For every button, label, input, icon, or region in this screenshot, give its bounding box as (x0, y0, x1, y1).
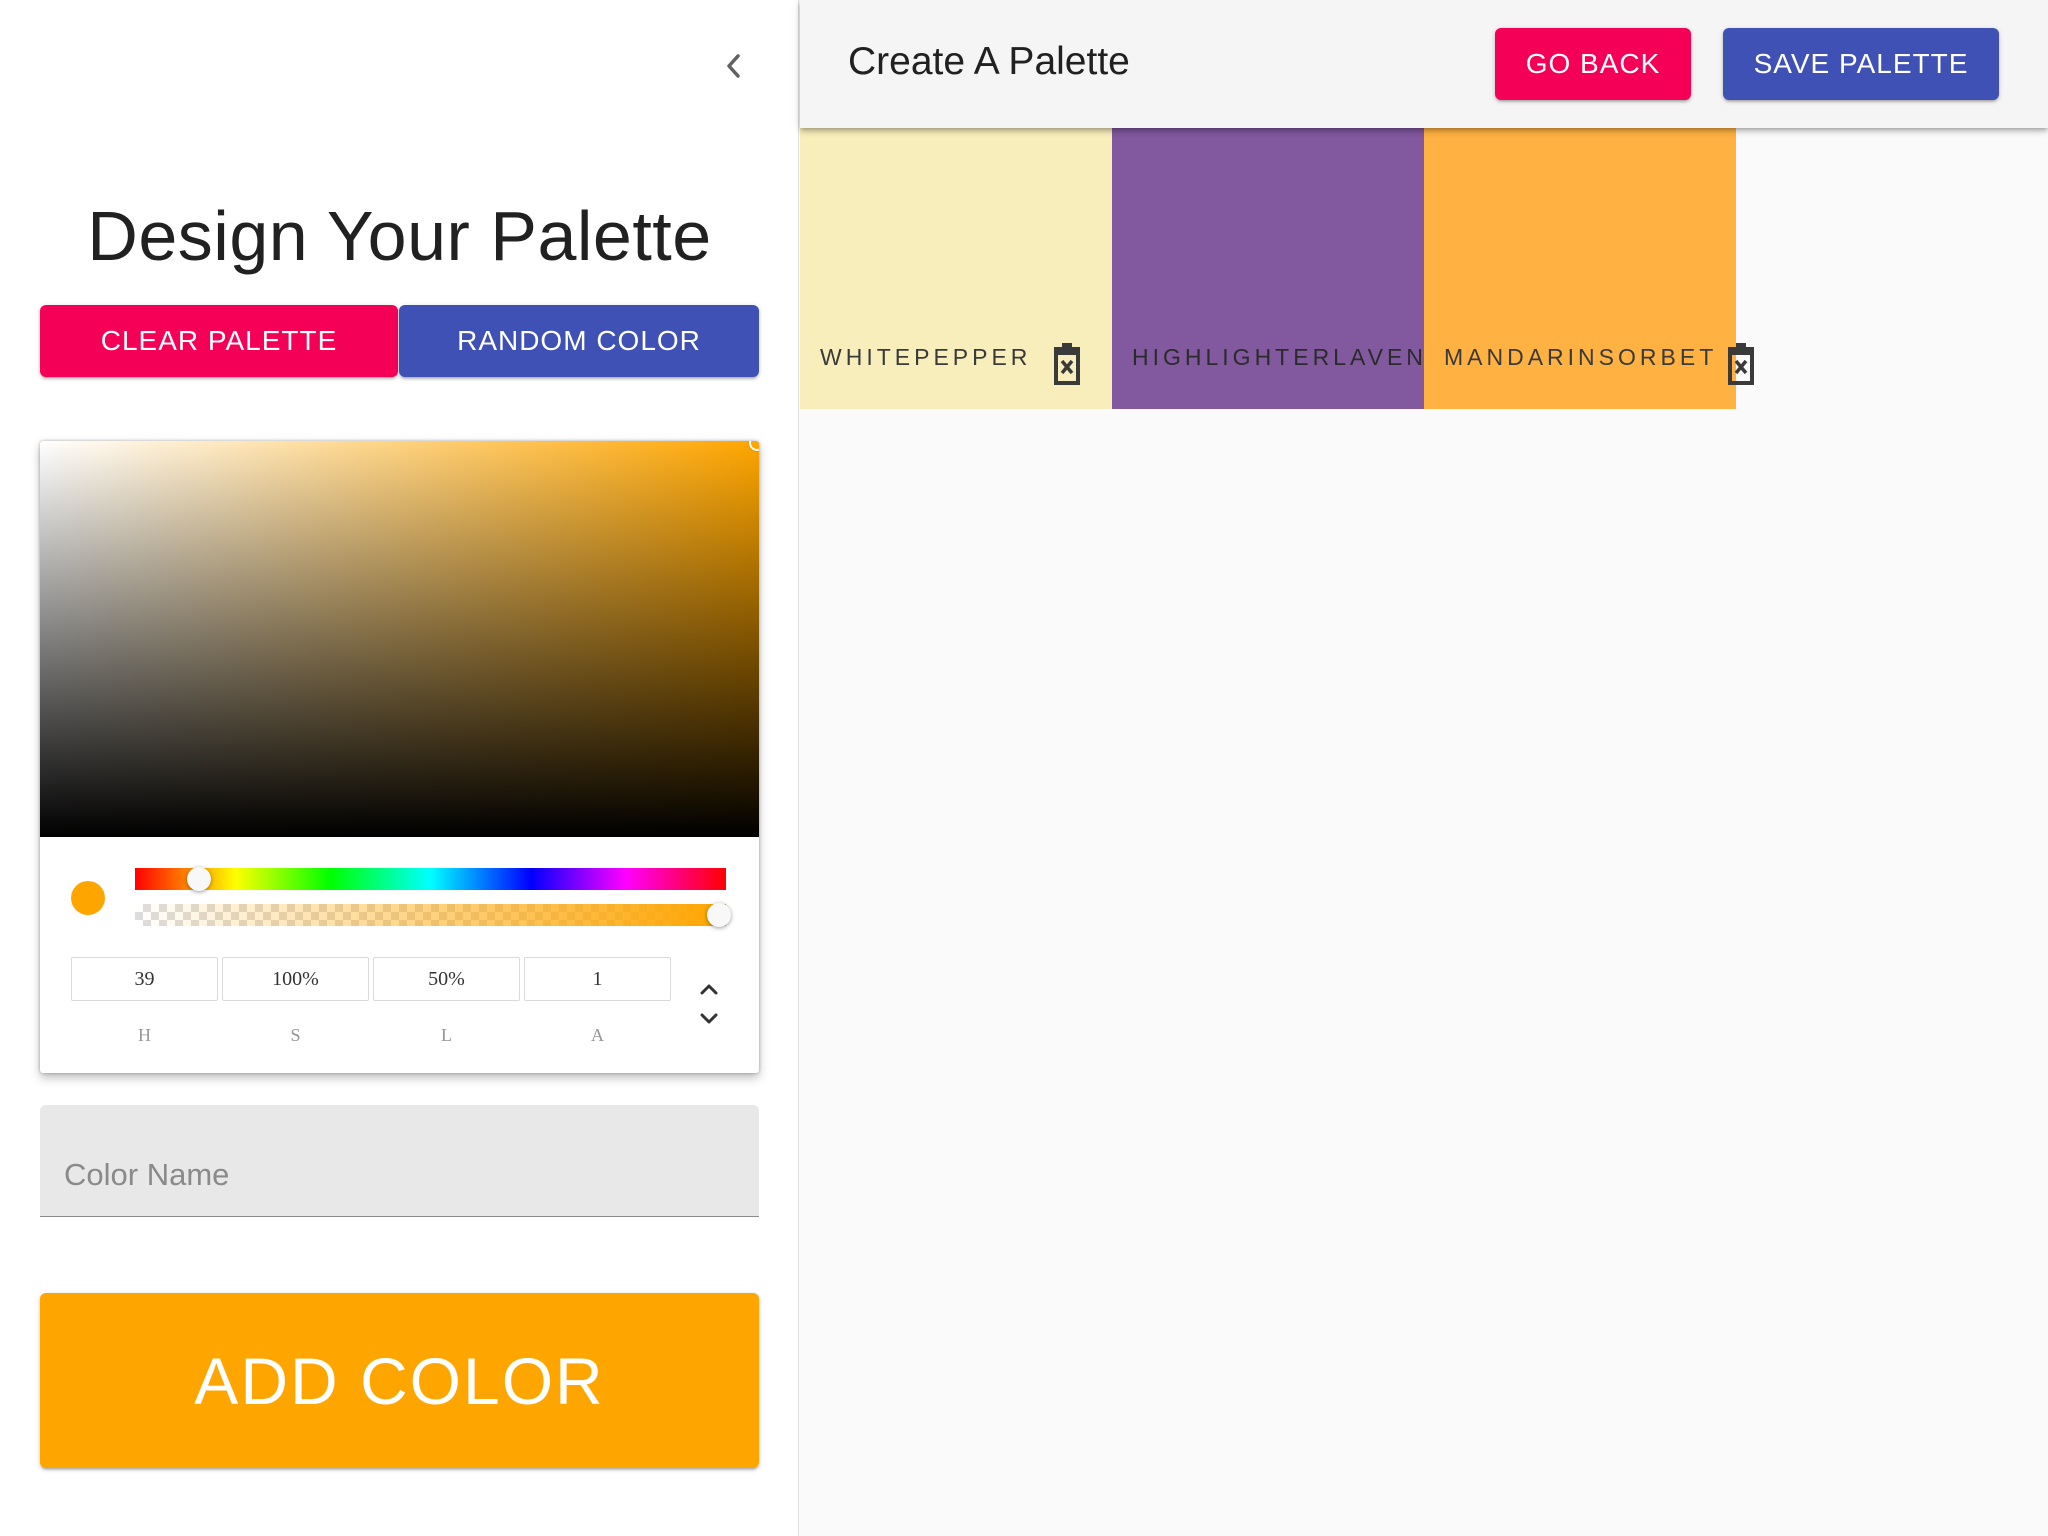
chevron-left-icon (727, 54, 740, 78)
save-palette-button[interactable]: Save Palette (1723, 28, 1999, 100)
color-box-name: whitepepper (820, 344, 1032, 370)
go-back-button[interactable]: Go Back (1495, 28, 1691, 100)
trash-icon[interactable] (1052, 343, 1082, 385)
clear-palette-button[interactable]: Clear Palette (40, 305, 398, 377)
drawer-header (0, 0, 798, 128)
current-color-swatch (71, 881, 105, 915)
trash-icon[interactable] (1726, 343, 1756, 385)
alpha-slider[interactable] (135, 904, 726, 926)
alpha-input[interactable] (524, 957, 671, 1001)
drawer-close-button[interactable] (708, 40, 760, 92)
unfold-more-icon (700, 984, 718, 1024)
color-box-name: mandarinsorbet (1444, 344, 1718, 370)
lightness-input[interactable] (373, 957, 520, 1001)
lightness-label: l (441, 1025, 452, 1045)
palette-drawer: Design Your Palette Clear Palette Random… (0, 0, 799, 1536)
hue-slider-thumb[interactable] (186, 867, 211, 891)
saturation-input[interactable] (222, 957, 369, 1001)
alpha-label: a (591, 1025, 604, 1045)
color-name-field (40, 1105, 759, 1217)
hue-input[interactable] (71, 957, 218, 1001)
format-toggle-button[interactable] (694, 981, 724, 1031)
app-bar: Create A Palette Go Back Save Palette (800, 0, 2048, 128)
color-name-input[interactable] (64, 1153, 724, 1197)
color-box[interactable]: highlighterlavender (1112, 128, 1424, 409)
page-title: Create A Palette (848, 40, 1130, 83)
alpha-slider-thumb[interactable] (707, 903, 731, 927)
hue-label: h (138, 1025, 151, 1045)
color-box[interactable]: mandarinsorbet (1424, 128, 1754, 409)
hsla-labels: h s l a (71, 1025, 671, 1046)
saturation-label: s (290, 1025, 301, 1045)
hsla-inputs (71, 957, 671, 1001)
palette-area: whitepepper highlighterlavender mandarin… (800, 128, 2048, 1536)
drawer-title: Design Your Palette (87, 197, 712, 275)
saturation-lightness-area[interactable] (40, 441, 759, 837)
color-box-name: highlighterlavender (1132, 344, 1424, 370)
add-color-button[interactable]: Add Color (40, 1293, 759, 1468)
random-color-button[interactable]: Random Color (399, 305, 759, 377)
color-box[interactable]: whitepepper (800, 128, 1112, 409)
color-picker: h s l a (40, 441, 759, 1073)
hue-slider[interactable] (135, 868, 726, 890)
